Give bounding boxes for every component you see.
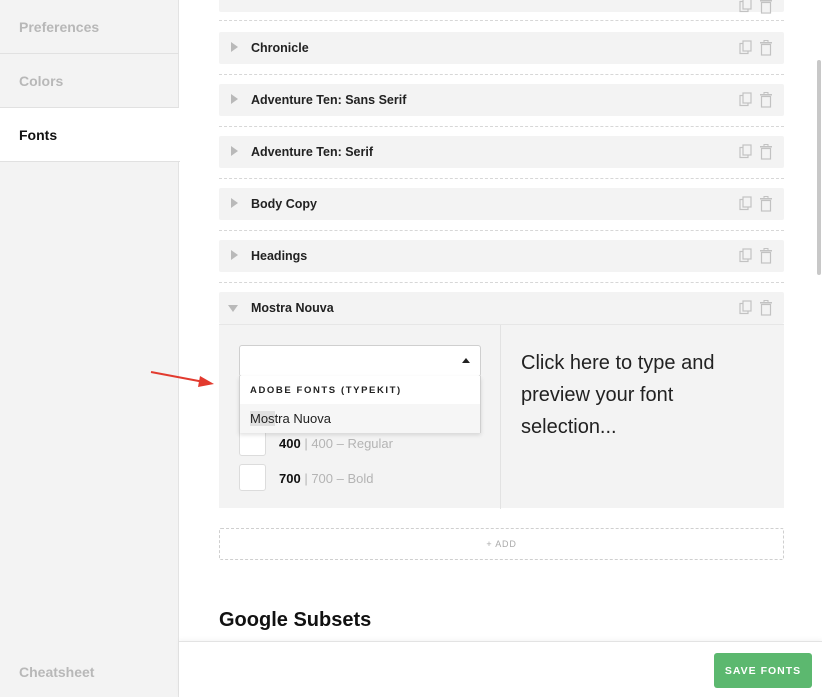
caret-right-icon[interactable]	[231, 146, 238, 156]
row-actions	[739, 248, 773, 264]
row-divider	[219, 282, 784, 283]
weight-label-400: 400 | 400 – Regular	[279, 436, 393, 451]
scrollbar[interactable]	[817, 60, 821, 275]
weight-value: 400	[279, 436, 301, 451]
caret-right-icon[interactable]	[231, 198, 238, 208]
row-actions	[739, 40, 773, 56]
font-row-title: Chronicle	[251, 41, 309, 55]
sidebar-item-preferences[interactable]: Preferences	[0, 0, 179, 54]
weight-description: 400 – Regular	[311, 436, 393, 451]
row-actions	[739, 300, 773, 316]
font-dropdown-menu: ADOBE FONTS (TYPEKIT) Mos tra Nuova	[239, 376, 481, 433]
font-row-title: Headings	[251, 249, 308, 263]
save-label: SAVE FONTS	[724, 664, 802, 677]
font-preview-text[interactable]: Click here to type and preview your font…	[521, 347, 761, 443]
sidebar-item-colors[interactable]: Colors	[0, 54, 179, 108]
caret-right-icon[interactable]	[231, 94, 238, 104]
add-label: + ADD	[486, 539, 517, 549]
sidebar-item-label: Cheatsheet	[19, 664, 95, 680]
font-row-title: Adventure Ten: Sans Serif	[251, 93, 407, 107]
select-arrow-icon[interactable]	[462, 358, 470, 363]
row-divider	[219, 74, 784, 75]
sidebar-item-label: Fonts	[19, 126, 58, 143]
row-actions	[739, 144, 773, 160]
row-divider	[219, 178, 784, 179]
trash-icon[interactable]	[759, 196, 773, 212]
copy-icon[interactable]	[739, 92, 753, 108]
save-fonts-button[interactable]: SAVE FONTS	[714, 653, 812, 688]
trash-icon[interactable]	[759, 144, 773, 160]
copy-icon[interactable]	[739, 40, 753, 56]
trash-icon[interactable]	[759, 92, 773, 108]
font-row-title: Adventure Ten: Serif	[251, 145, 374, 159]
copy-icon[interactable]	[739, 144, 753, 160]
dropdown-option-mostra-nuova[interactable]: Mos tra Nuova	[240, 404, 480, 433]
annotation-arrow-icon	[150, 371, 214, 387]
font-row-title: Body Copy	[251, 197, 317, 211]
font-row-adventure-serif[interactable]: Adventure Ten: Serif	[219, 136, 784, 168]
copy-icon[interactable]	[739, 300, 753, 316]
weight-description: 700 – Bold	[311, 471, 374, 486]
weight-value: 700	[279, 471, 301, 486]
font-row-partial[interactable]	[219, 0, 784, 14]
copy-icon[interactable]	[739, 248, 753, 264]
weight-checkbox-700[interactable]	[239, 464, 266, 491]
row-divider	[219, 126, 784, 127]
trash-icon[interactable]	[759, 300, 773, 316]
sidebar-item-label: Preferences	[19, 18, 100, 35]
add-font-button[interactable]: + ADD	[219, 528, 784, 560]
trash-icon[interactable]	[759, 40, 773, 56]
caret-right-icon[interactable]	[231, 42, 238, 52]
option-rest: tra Nuova	[274, 411, 331, 426]
caret-down-icon[interactable]	[228, 305, 238, 312]
weight-separator: |	[300, 471, 312, 486]
row-actions	[739, 92, 773, 108]
font-row-chronicle[interactable]: Chronicle	[219, 32, 784, 64]
sidebar: Preferences Colors Fonts Cheatsheet	[0, 0, 180, 697]
trash-icon[interactable]	[759, 0, 773, 14]
font-row-headings[interactable]: Headings	[219, 240, 784, 272]
sidebar-item-cheatsheet[interactable]: Cheatsheet	[0, 645, 179, 697]
row-actions	[739, 196, 773, 212]
caret-right-icon[interactable]	[231, 250, 238, 260]
font-row-mostra-nouva[interactable]: Mostra Nouva	[219, 292, 784, 324]
sidebar-item-fonts[interactable]: Fonts	[0, 108, 180, 162]
row-actions	[739, 0, 773, 14]
font-row-title: Mostra Nouva	[251, 301, 334, 315]
row-divider	[219, 20, 784, 21]
weight-checkbox-400[interactable]	[239, 429, 266, 456]
row-divider	[219, 230, 784, 231]
copy-icon[interactable]	[739, 196, 753, 212]
google-subsets-heading: Google Subsets	[219, 609, 372, 631]
font-row-adventure-sans[interactable]: Adventure Ten: Sans Serif	[219, 84, 784, 116]
copy-icon[interactable]	[739, 0, 753, 14]
option-match-highlight: Mos	[250, 411, 275, 426]
dropdown-group-label: ADOBE FONTS (TYPEKIT)	[250, 385, 402, 396]
trash-icon[interactable]	[759, 248, 773, 264]
font-row-body-copy[interactable]: Body Copy	[219, 188, 784, 220]
font-select[interactable]	[239, 345, 481, 377]
weight-label-700: 700 | 700 – Bold	[279, 471, 373, 486]
weight-separator: |	[300, 436, 312, 451]
sidebar-item-label: Colors	[19, 72, 64, 89]
